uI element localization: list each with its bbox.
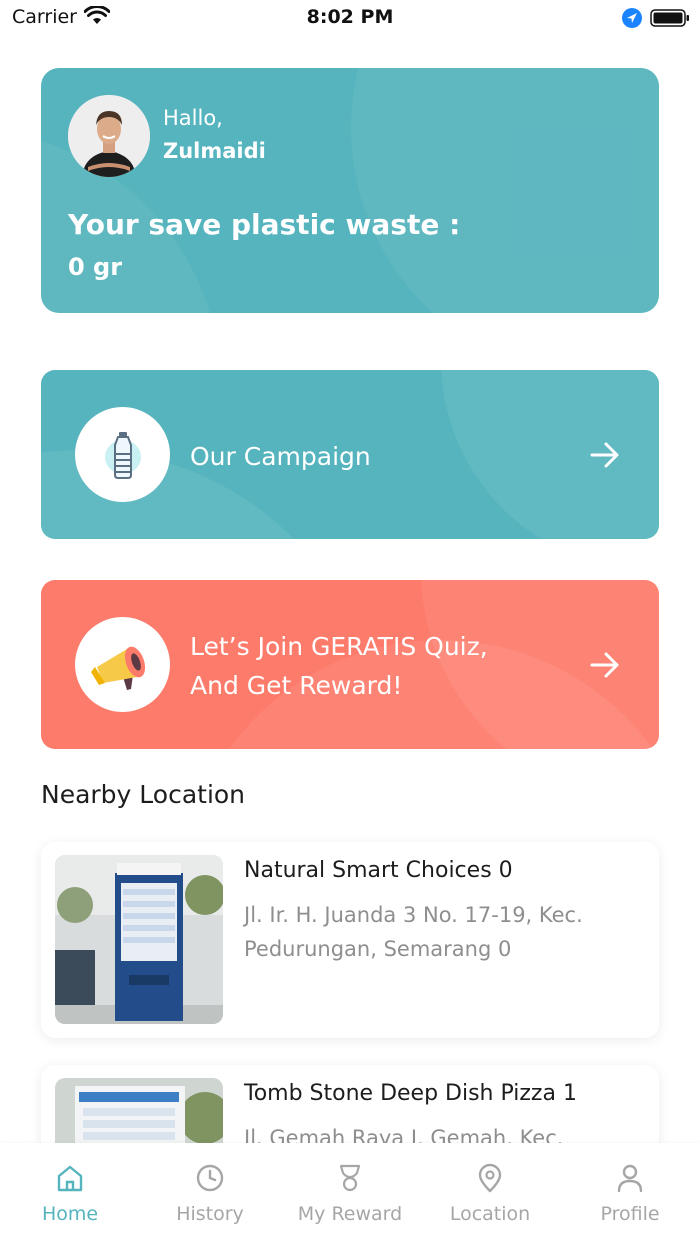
location-thumbnail — [55, 855, 223, 1024]
nav-label: My Reward — [297, 1203, 403, 1225]
location-card[interactable]: Natural Smart Choices 0 Jl. Ir. H. Juand… — [41, 842, 659, 1038]
status-bar: Carrier 8:02 PM — [0, 0, 700, 36]
clock-icon — [196, 1164, 224, 1192]
avatar[interactable] — [68, 95, 150, 177]
bottom-nav: Home History My Reward Location Profile — [0, 1143, 700, 1244]
campaign-title: Our Campaign — [190, 442, 371, 471]
home-icon — [57, 1165, 83, 1192]
megaphone-icon — [75, 617, 170, 712]
greeting-text: Hallo, — [163, 106, 223, 130]
saved-waste-label: Your save plastic waste : — [68, 208, 461, 241]
nav-label: Home — [41, 1203, 99, 1225]
nav-label: Profile — [600, 1203, 660, 1225]
location-name: Natural Smart Choices 0 — [244, 858, 513, 883]
location-services-icon — [622, 8, 642, 28]
location-address: Jl. Ir. H. Juanda 3 No. 17-19, Kec. Pedu… — [244, 903, 583, 961]
nav-history[interactable]: History — [140, 1163, 280, 1233]
nav-home[interactable]: Home — [0, 1163, 140, 1233]
nearby-location-heading: Nearby Location — [41, 780, 246, 809]
trophy-icon — [339, 1164, 361, 1192]
quiz-title-line1: Let’s Join GERATIS Quiz, — [190, 632, 488, 661]
location-name: Tomb Stone Deep Dish Pizza 1 — [244, 1081, 577, 1106]
battery-icon — [650, 9, 689, 27]
map-pin-icon — [478, 1163, 502, 1193]
nav-label: Location — [449, 1203, 531, 1225]
quiz-card[interactable]: Let’s Join GERATIS Quiz, And Get Reward! — [41, 580, 659, 749]
user-icon — [617, 1164, 643, 1193]
quiz-title: Let’s Join GERATIS Quiz, And Get Reward! — [190, 627, 550, 705]
username: Zulmaidi — [163, 139, 266, 163]
arrow-right-icon — [590, 442, 619, 468]
quiz-title-line2: And Get Reward! — [190, 671, 403, 700]
nav-my-reward[interactable]: My Reward — [280, 1163, 420, 1233]
nav-profile[interactable]: Profile — [560, 1163, 700, 1233]
water-bottle-icon — [75, 407, 170, 502]
saved-waste-value: 0 gr — [68, 253, 123, 281]
status-time: 8:02 PM — [306, 6, 394, 28]
greeting-card: Hallo, Zulmaidi Your save plastic waste … — [41, 68, 659, 313]
campaign-card[interactable]: Our Campaign — [41, 370, 659, 539]
card-decoration — [351, 68, 659, 313]
arrow-right-icon — [590, 652, 619, 678]
card-decoration — [441, 370, 659, 539]
nav-label: History — [176, 1203, 244, 1225]
nav-location[interactable]: Location — [420, 1163, 560, 1233]
